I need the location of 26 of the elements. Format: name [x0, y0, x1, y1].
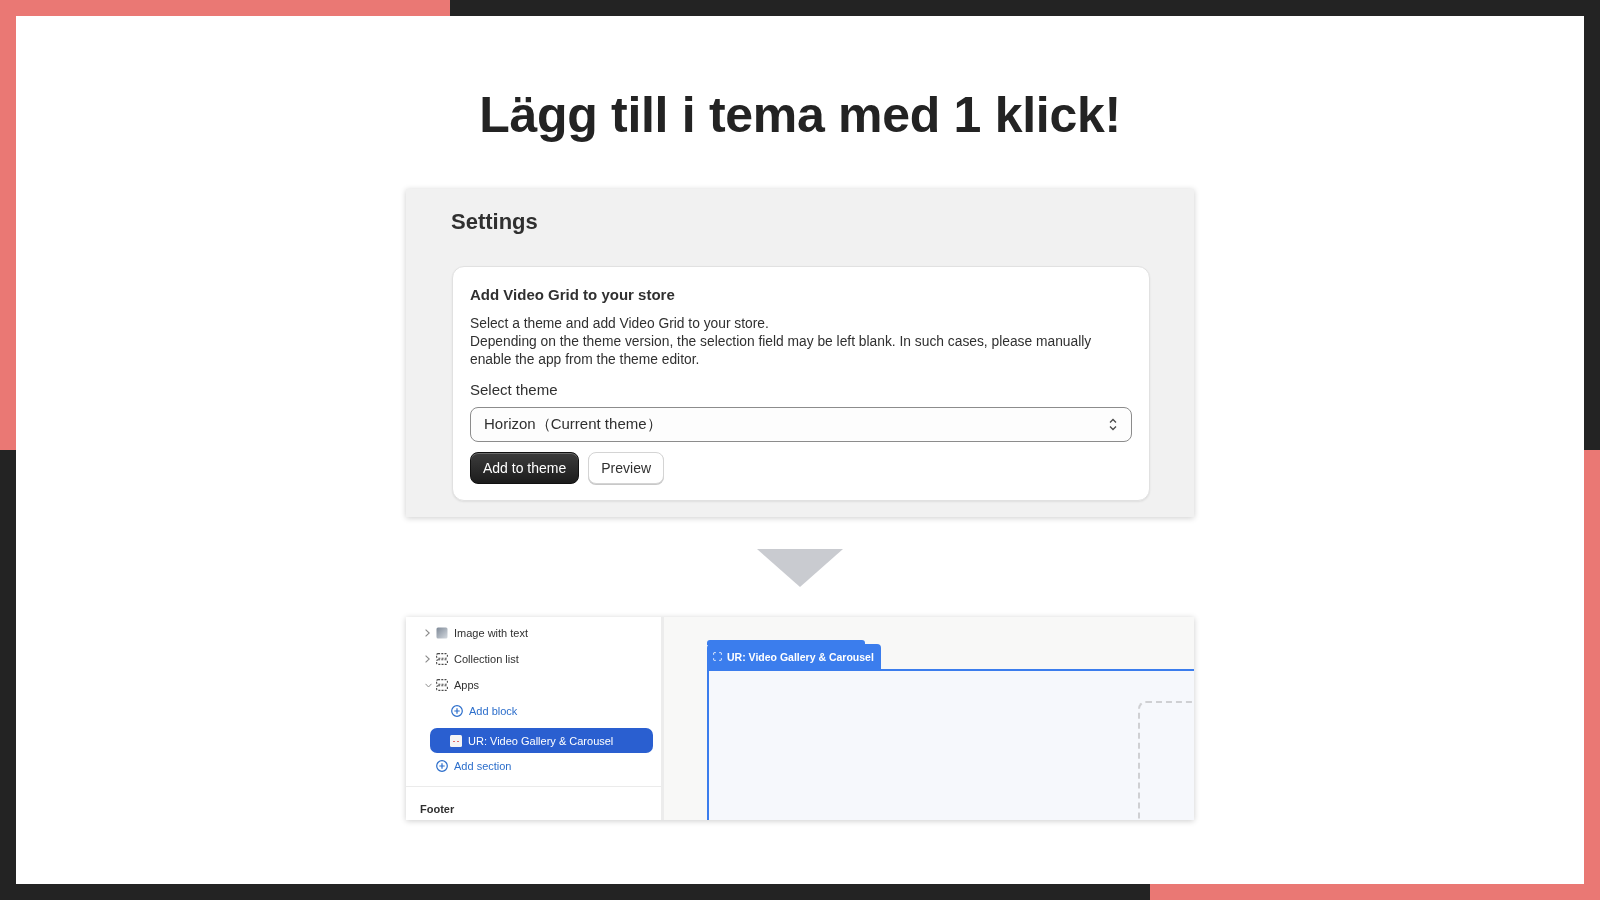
tree-item[interactable]: Apps — [406, 672, 661, 698]
secondary-button[interactable]: Preview — [588, 452, 665, 484]
block-tab[interactable]: UR: Video Gallery & Carousel — [707, 644, 881, 669]
page-title: Settings — [451, 208, 539, 236]
theme-select[interactable]: Horizon（Current theme） — [470, 407, 1132, 442]
tree-item[interactable]: Collection list — [406, 646, 661, 672]
section-icon — [436, 679, 448, 691]
tree-item[interactable]: Image with text — [406, 620, 661, 646]
field-label: Select theme — [470, 380, 559, 400]
selection-icon — [713, 652, 722, 661]
section-heading: Footer — [420, 803, 455, 815]
block-icon — [450, 734, 462, 747]
plus-circle-icon — [436, 760, 448, 772]
tree-item[interactable]: UR: Video Gallery & Carousel — [430, 728, 653, 753]
card-title: Add Video Grid to your store — [470, 285, 676, 305]
add-link[interactable]: Add section — [406, 753, 661, 779]
image-icon — [436, 627, 448, 639]
primary-button[interactable]: Add to theme — [470, 452, 580, 484]
select-arrows-icon — [1109, 418, 1117, 431]
plus-circle-icon — [451, 705, 463, 717]
description-text: Select a theme and add Video Grid to your store. — [470, 315, 770, 333]
headline: Lägg till i tema med 1 klick! — [479, 86, 1121, 145]
arrow-down-icon — [757, 549, 843, 587]
add-link[interactable]: Add block — [430, 698, 653, 724]
description-text: Depending on the theme version, the selection field may be left blank. In such cases, please manually enable the app from the theme editor. — [470, 333, 1093, 369]
section-icon — [436, 653, 448, 665]
